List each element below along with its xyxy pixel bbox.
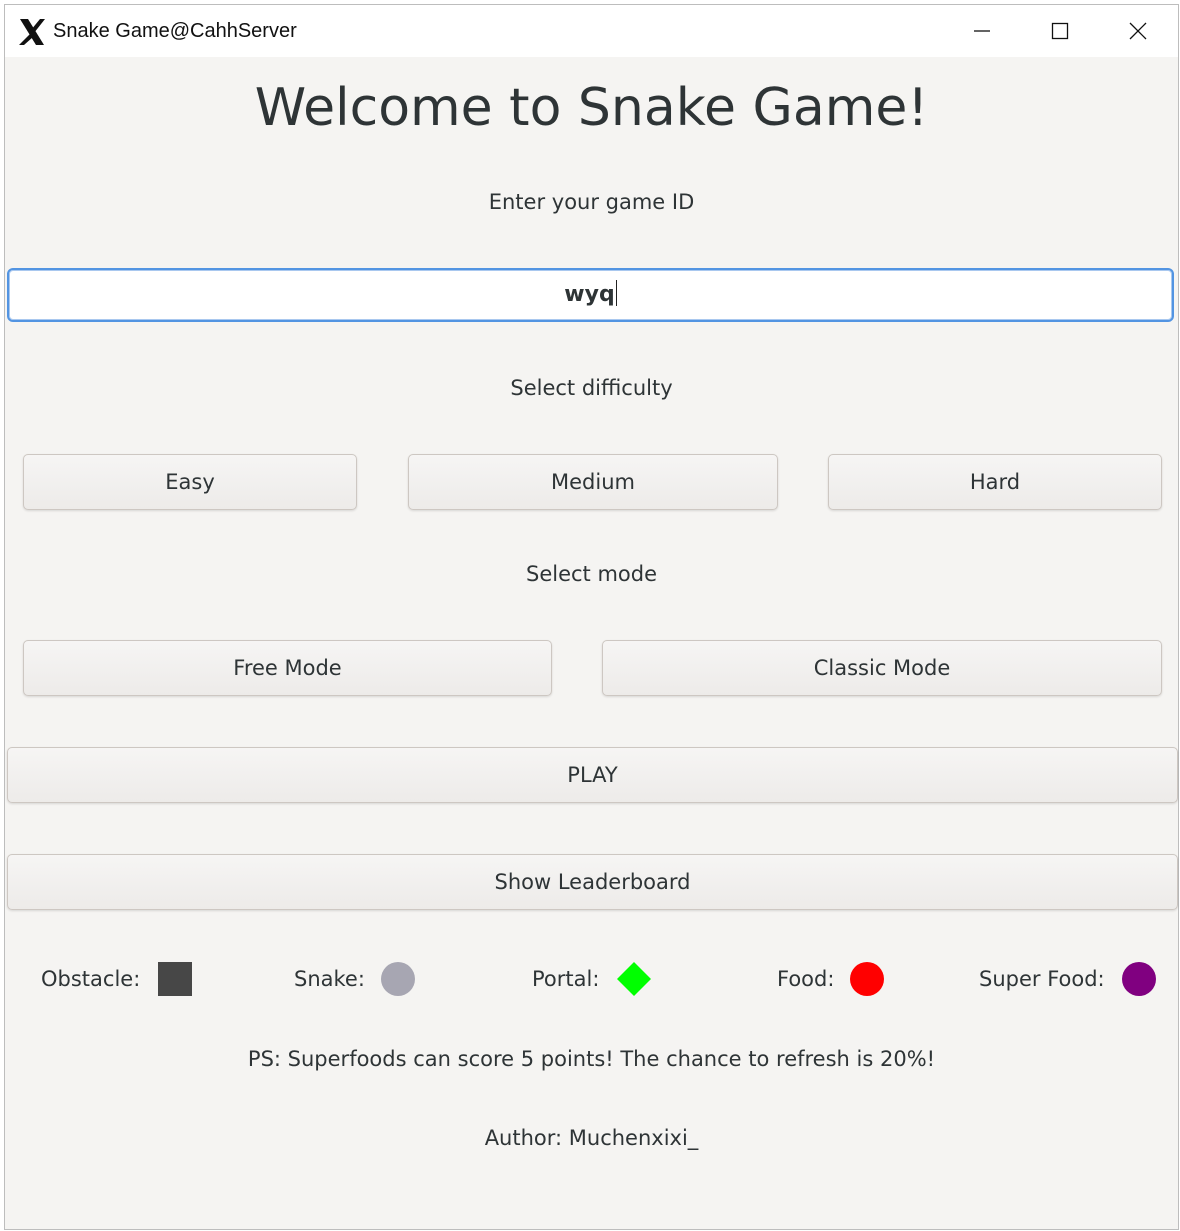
superfood-note: PS: Superfoods can score 5 points! The c… [247,1047,936,1071]
obstacle-square-icon [158,962,192,996]
game-id-input[interactable]: wyq [7,268,1174,322]
superfood-circle-icon [1122,962,1156,996]
portal-diamond-icon [617,962,651,996]
close-button[interactable] [1099,5,1177,57]
game-id-label: Enter your game ID [488,190,695,214]
legend-obstacle-label: Obstacle: [41,967,141,991]
legend-superfood-label: Super Food: [979,967,1105,991]
free-mode-button[interactable]: Free Mode [23,640,552,696]
close-icon [1129,22,1147,40]
text-caret [615,280,617,306]
food-circle-icon [850,962,884,996]
maximize-button[interactable] [1021,5,1099,57]
easy-button[interactable]: Easy [23,454,357,510]
x-logo-icon [19,19,45,45]
medium-button[interactable]: Medium [408,454,778,510]
window-title: Snake Game@CahhServer [53,20,297,42]
snake-circle-icon [381,962,415,996]
app-window: Snake Game@CahhServer Welcome to Snake G… [4,4,1179,1230]
page-title: Welcome to Snake Game! [254,78,929,138]
play-button[interactable]: PLAY [7,747,1178,803]
author-credit: Author: Muchenxixi_ [484,1126,699,1150]
minimize-button[interactable] [943,5,1021,57]
mode-label: Select mode [525,562,657,586]
title-bar[interactable]: Snake Game@CahhServer [5,5,1178,57]
legend-snake-label: Snake: [294,967,365,991]
game-id-value: wyq [564,282,615,307]
main-content: Welcome to Snake Game! Enter your game I… [5,57,1178,1229]
hard-button[interactable]: Hard [828,454,1162,510]
legend-food-label: Food: [777,967,835,991]
show-leaderboard-button[interactable]: Show Leaderboard [7,854,1178,910]
maximize-icon [1051,22,1069,40]
difficulty-label: Select difficulty [510,376,673,400]
minimize-icon [974,30,990,32]
classic-mode-button[interactable]: Classic Mode [602,640,1162,696]
legend-portal-label: Portal: [532,967,600,991]
